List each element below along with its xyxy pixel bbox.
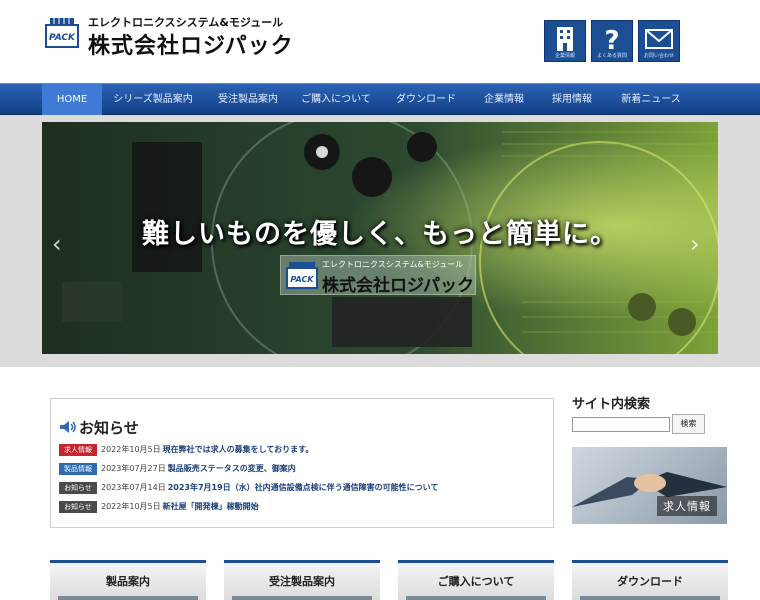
news-date: 2022年10月5日: [101, 445, 161, 454]
contact-label: お問い合わせ: [643, 53, 674, 59]
news-date: 2023年07月14日: [101, 483, 166, 492]
card-image: [232, 596, 372, 600]
company-name[interactable]: 株式会社ロジパック: [88, 28, 294, 60]
news-item[interactable]: お知らせ 2022年10月5日 新社屋「開発棟」稼動開始: [59, 500, 259, 513]
faq-button[interactable]: ? よくある質問: [591, 20, 633, 62]
nav-series-products[interactable]: シリーズ製品案内: [108, 84, 198, 116]
news-badge: 求人情報: [59, 443, 97, 456]
news-item[interactable]: 求人情報 2022年10月5日 現在弊社では求人の募集をしております。: [59, 443, 313, 456]
building-icon: [557, 27, 573, 51]
hero-logo-name: 株式会社ロジパック: [322, 276, 474, 296]
card-download[interactable]: ダウンロード: [572, 560, 728, 600]
news-link[interactable]: 新社屋「開発棟」稼動開始: [163, 501, 259, 512]
logo-text: PACK: [49, 33, 76, 43]
news-item[interactable]: お知らせ 2023年07月14日 2023年7月19日（水）社内通信設備点検に伴…: [59, 481, 438, 494]
question-icon: ?: [604, 26, 619, 51]
hero-logo-icon: PACK: [286, 262, 318, 289]
nav-purchase[interactable]: ご購入について: [296, 84, 376, 116]
site-search-input[interactable]: [572, 417, 670, 432]
card-image: [580, 596, 720, 600]
card-purchase[interactable]: ご購入について: [398, 560, 554, 600]
hero-headline: 難しいものを優しく、もっと簡単に。: [142, 219, 618, 250]
hero-logo-text: PACK: [290, 275, 314, 284]
hero-slider[interactable]: 難しいものを優しく、もっと簡単に。 PACK エレクトロニクスシステム&モジュー…: [42, 122, 718, 354]
nav-custom-products[interactable]: 受注製品案内: [208, 84, 288, 116]
site-search-title: サイト内検索: [572, 397, 651, 412]
svg-text:?: ?: [604, 26, 619, 51]
company-info-label: 企業情報: [554, 53, 575, 59]
news-title: お知らせ: [79, 419, 139, 437]
slider-prev-arrow[interactable]: ‹: [52, 230, 62, 258]
news-badge: お知らせ: [59, 481, 97, 494]
speaker-icon: [60, 421, 76, 433]
card-image: [58, 596, 198, 600]
card-custom-products[interactable]: 受注製品案内: [224, 560, 380, 600]
nav-download[interactable]: ダウンロード: [386, 84, 466, 116]
faq-label: よくある質問: [596, 53, 627, 59]
card-title: 製品案内: [106, 575, 150, 588]
nav-recruit[interactable]: 採用情報: [542, 84, 602, 116]
envelope-icon: [645, 29, 673, 49]
news-date: 2022年10月5日: [101, 502, 161, 511]
contact-button[interactable]: お問い合わせ: [638, 20, 680, 62]
card-title: ダウンロード: [617, 575, 683, 588]
nav-company[interactable]: 企業情報: [474, 84, 534, 116]
recruit-banner-label: 求人情報: [657, 496, 717, 516]
company-logo[interactable]: PACK: [44, 14, 80, 50]
site-search-button[interactable]: 検索: [672, 414, 705, 434]
nav-home[interactable]: HOME: [42, 84, 102, 116]
company-info-button[interactable]: 企業情報: [544, 20, 586, 62]
news-panel: お知らせ 求人情報 2022年10月5日 現在弊社では求人の募集をしております。…: [50, 398, 554, 528]
news-link[interactable]: 製品販売ステータスの変更、御案内: [168, 463, 296, 474]
news-item[interactable]: 製品情報 2023年07月27日 製品販売ステータスの変更、御案内: [59, 462, 296, 475]
news-link[interactable]: 2023年7月19日（水）社内通信設備点検に伴う通信障害の可能性について: [168, 482, 439, 493]
card-title: 受注製品案内: [269, 575, 335, 588]
news-badge: 製品情報: [59, 462, 97, 475]
site-header: PACK エレクトロニクスシステム&モジュール 株式会社ロジパック 企業情報 ?…: [0, 0, 760, 83]
card-title: ご購入について: [437, 575, 515, 588]
hero-logo-tagline: エレクトロニクスシステム&モジュール: [322, 260, 464, 269]
card-image: [406, 596, 546, 600]
nav-news[interactable]: 新着ニュース: [616, 84, 686, 116]
recruit-banner[interactable]: 求人情報: [572, 447, 727, 524]
card-products[interactable]: 製品案内: [50, 560, 206, 600]
news-badge: お知らせ: [59, 500, 97, 513]
news-link[interactable]: 現在弊社では求人の募集をしております。: [163, 444, 314, 455]
news-date: 2023年07月27日: [101, 464, 166, 473]
slider-next-arrow[interactable]: ›: [690, 230, 700, 258]
main-nav: HOME シリーズ製品案内 受注製品案内 ご購入について ダウンロード 企業情報…: [0, 83, 760, 116]
